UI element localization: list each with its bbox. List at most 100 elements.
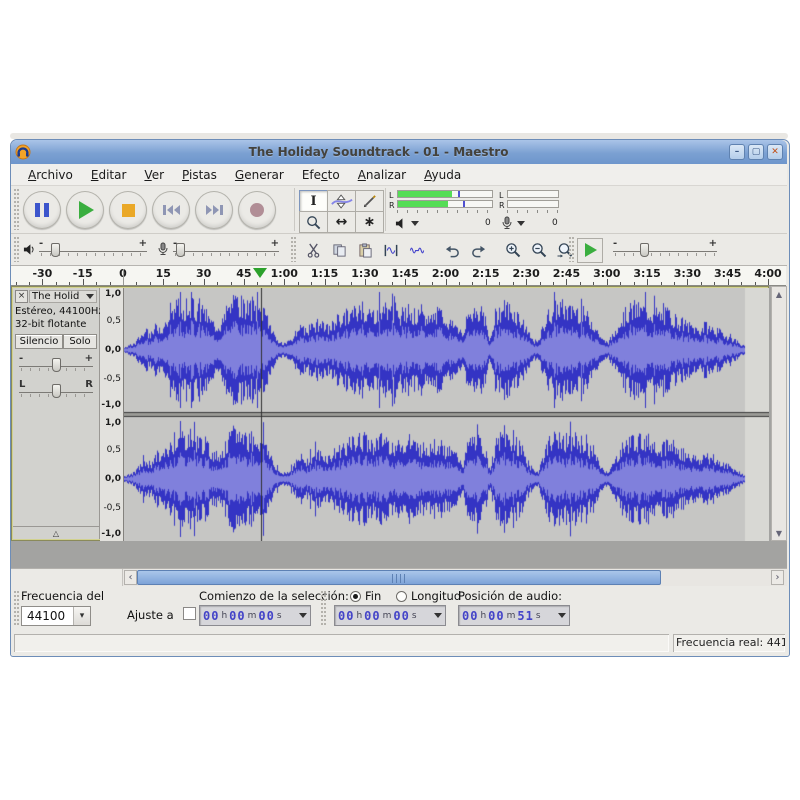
trim-outside-selection-button[interactable] <box>379 238 403 262</box>
menu-ayuda[interactable]: Ayuda <box>415 166 470 184</box>
gain-slider[interactable]: -+ <box>19 354 93 374</box>
time-unit: s <box>536 611 541 621</box>
pan-thumb[interactable] <box>52 384 61 398</box>
time-digits: 00 <box>258 609 274 623</box>
track-close-button[interactable]: × <box>15 290 28 303</box>
playback-scale-zero: 0 <box>485 218 491 228</box>
menu-generar[interactable]: Generar <box>226 166 293 184</box>
scrollbar-thumb[interactable] <box>137 570 661 585</box>
playhead-indicator[interactable] <box>253 268 267 278</box>
menu-pistas[interactable]: Pistas <box>173 166 226 184</box>
transcription-toolbar-grabber[interactable] <box>569 237 574 262</box>
selection-start-field[interactable]: 00h00m00s <box>199 605 311 626</box>
input-volume-thumb[interactable] <box>176 243 185 257</box>
play-button[interactable] <box>66 191 104 229</box>
redo-button[interactable] <box>466 238 490 262</box>
forward-icon <box>205 204 224 216</box>
timeline-ruler[interactable]: -30-1501530451:001:151:301:452:002:152:3… <box>11 266 786 286</box>
cut-button[interactable] <box>301 238 325 262</box>
end-radio[interactable] <box>350 591 361 602</box>
menu-ver[interactable]: Ver <box>135 166 173 184</box>
undo-button[interactable] <box>440 238 464 262</box>
transport-toolbar-grabber[interactable] <box>14 189 19 230</box>
speed-thumb[interactable] <box>640 243 649 257</box>
record-button[interactable] <box>238 191 276 229</box>
minimize-button[interactable]: – <box>729 144 745 160</box>
ruler-tick <box>540 282 541 285</box>
close-button[interactable]: ✕ <box>767 144 783 160</box>
playback-meter-right[interactable] <box>397 200 493 208</box>
track-collapse-button[interactable]: △ <box>13 526 99 539</box>
scroll-up-icon[interactable]: ▲ <box>772 287 786 301</box>
ruler-tick <box>177 282 178 285</box>
time-field-menu-icon[interactable] <box>299 613 307 618</box>
input-volume-slider[interactable]: -+ <box>173 239 279 259</box>
time-field-menu-icon[interactable] <box>558 613 566 618</box>
vertical-scrollbar[interactable]: ▲ ▼ <box>771 286 787 541</box>
horizontal-scrollbar[interactable]: ‹ › <box>11 568 787 586</box>
scroll-right-button[interactable]: › <box>771 570 784 585</box>
forward-button[interactable] <box>195 191 233 229</box>
output-volume-thumb[interactable] <box>51 243 60 257</box>
microphone-icon[interactable] <box>501 216 513 230</box>
gain-thumb[interactable] <box>52 358 61 372</box>
playback-speed-slider[interactable]: -+ <box>613 239 717 259</box>
timeshift-tool-button[interactable]: ↔ <box>327 211 356 233</box>
scroll-left-button[interactable]: ‹ <box>124 570 137 585</box>
playback-meter-left[interactable] <box>397 190 493 198</box>
zoom-in-button[interactable] <box>501 238 525 262</box>
envelope-tool-button[interactable] <box>327 190 356 212</box>
length-radio-label[interactable]: Longitud <box>411 589 461 603</box>
waveform-display[interactable] <box>124 288 769 541</box>
silence-selection-button[interactable] <box>405 238 429 262</box>
paste-button[interactable] <box>353 238 377 262</box>
vruler-value: -1,0 <box>101 529 121 539</box>
vertical-ruler[interactable]: 1,00,50,0-0,5-1,01,00,50,0-0,5-1,0 <box>100 288 124 541</box>
zoom-tool-button[interactable] <box>299 211 328 233</box>
menu-analizar[interactable]: Analizar <box>349 166 415 184</box>
scroll-down-icon[interactable]: ▼ <box>772 526 786 540</box>
playback-meter-menu-icon[interactable] <box>411 221 419 226</box>
combo-arrow-icon[interactable]: ▾ <box>73 607 90 625</box>
time-digits: 00 <box>338 609 354 623</box>
project-rate-combo[interactable]: 44100 ▾ <box>21 606 91 626</box>
ruler-tick <box>311 282 312 285</box>
zoom-out-button[interactable] <box>527 238 551 262</box>
draw-tool-button[interactable] <box>355 190 384 212</box>
audio-position-field[interactable]: 00h00m51s <box>458 605 570 626</box>
speaker-icon[interactable] <box>395 217 408 230</box>
time-field-menu-icon[interactable] <box>434 613 442 618</box>
menu-archivo[interactable]: Archivo <box>19 166 82 184</box>
time-unit: m <box>248 611 257 621</box>
pause-button[interactable] <box>23 191 61 229</box>
track-title-menu[interactable]: The Holid <box>29 290 97 303</box>
record-meter-menu-icon[interactable] <box>517 221 525 226</box>
end-radio-label[interactable]: Fin <box>365 589 381 603</box>
snap-to-checkbox[interactable] <box>183 607 196 620</box>
time-unit: h <box>480 611 486 621</box>
solo-button[interactable]: Solo <box>63 334 97 349</box>
length-radio[interactable] <box>396 591 407 602</box>
mute-button[interactable]: Silencio <box>15 334 63 349</box>
ruler-label: 3:00 <box>593 267 620 280</box>
selection-tool-button[interactable]: I <box>299 190 328 212</box>
maximize-button[interactable]: ▢ <box>748 144 764 160</box>
multi-tool-button[interactable]: ∗ <box>355 211 384 233</box>
stop-button[interactable] <box>109 191 147 229</box>
selection-toolbar-grabber[interactable] <box>14 591 19 626</box>
play-at-speed-button[interactable] <box>577 238 603 263</box>
rewind-button[interactable] <box>152 191 190 229</box>
mixer-toolbar-grabber[interactable] <box>14 237 19 262</box>
toolbar-gap <box>492 240 499 260</box>
menu-efecto[interactable]: Efecto <box>293 166 349 184</box>
time-digits: 00 <box>364 609 380 623</box>
selection-end-field[interactable]: 00h00m00s <box>334 605 446 626</box>
menu-editar[interactable]: Editar <box>82 166 136 184</box>
title-bar[interactable]: The Holiday Soundtrack - 01 - Maestro – … <box>11 140 787 164</box>
edit-toolbar-grabber[interactable] <box>291 237 296 262</box>
output-volume-slider[interactable]: -+ <box>39 239 147 259</box>
record-meter-right[interactable] <box>507 200 559 208</box>
pan-slider[interactable]: LR <box>19 380 93 400</box>
record-meter-left[interactable] <box>507 190 559 198</box>
copy-button[interactable] <box>327 238 351 262</box>
